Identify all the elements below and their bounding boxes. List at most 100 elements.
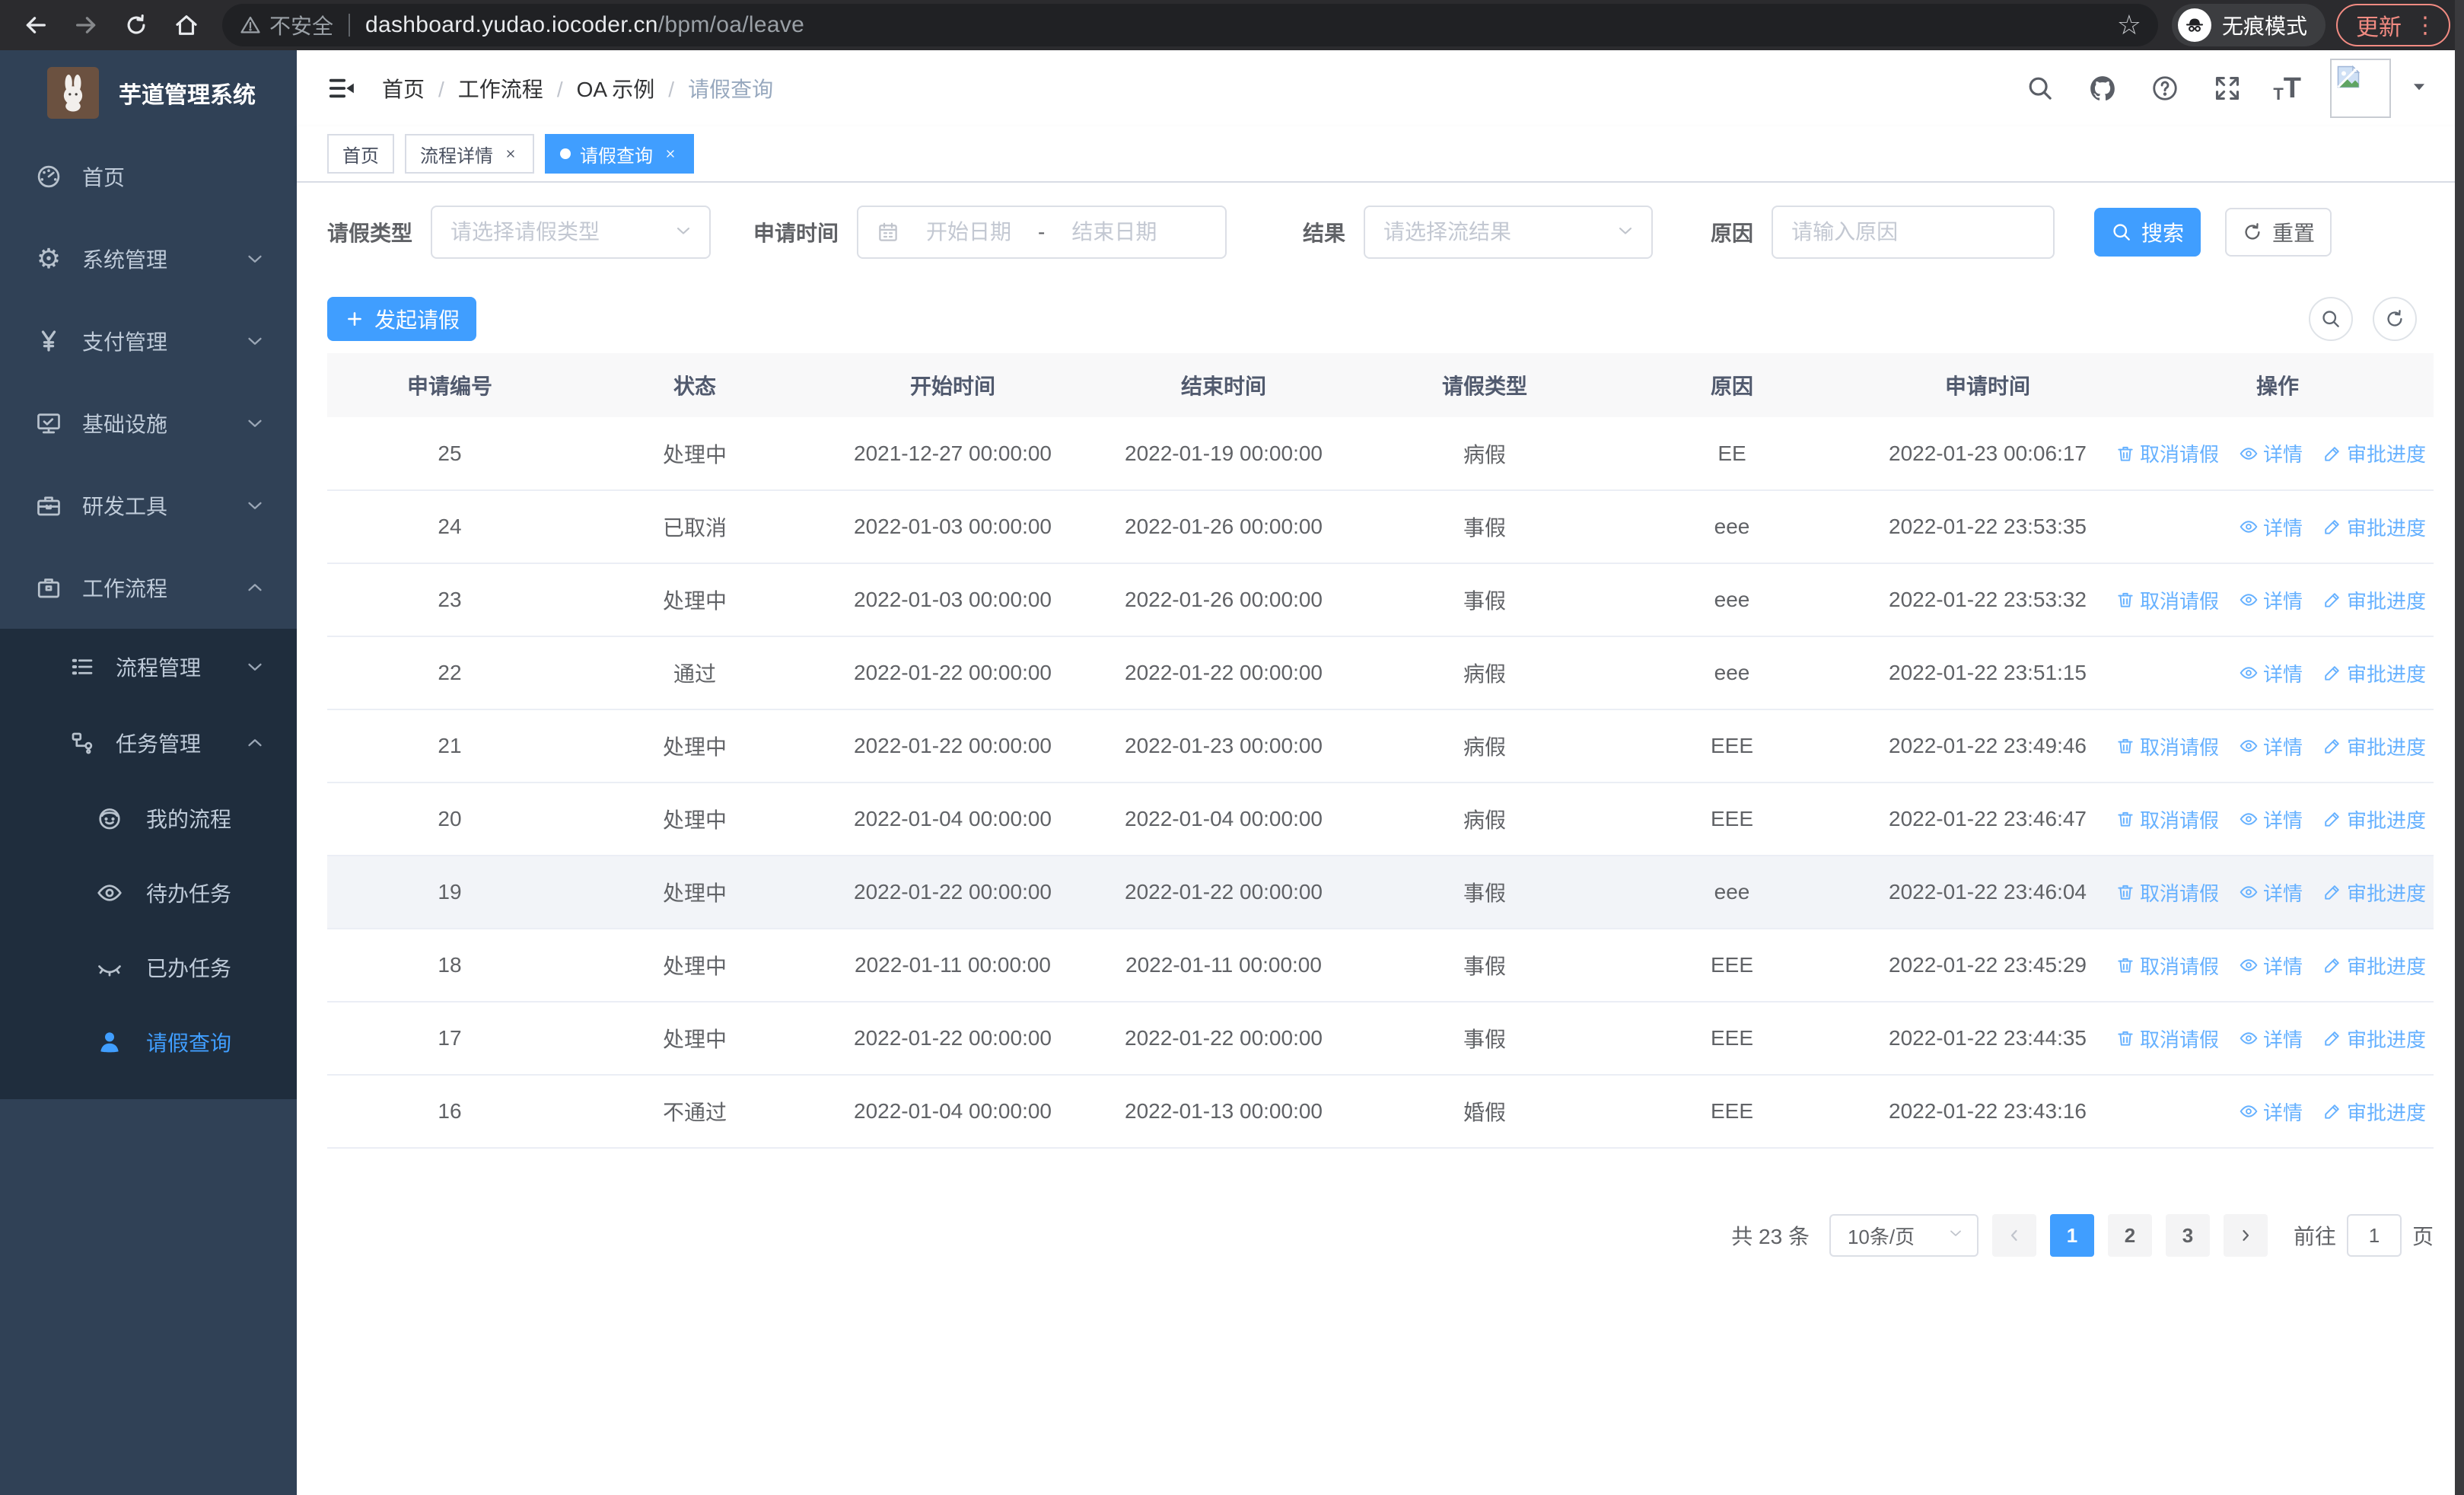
reset-button-label: 重置 [2272, 222, 2316, 245]
detail-link[interactable]: 详情 [2239, 586, 2303, 614]
tab-home[interactable]: 首页 [327, 134, 394, 174]
tab-leave-query[interactable]: 请假查询 [545, 134, 694, 174]
detail-link[interactable]: 详情 [2239, 1098, 2303, 1126]
sidebar-item-system[interactable]: ⚙ 系统管理 [0, 218, 297, 300]
detail-link[interactable]: 详情 [2239, 659, 2303, 687]
cell-apply-time: 2022-01-23 00:06:17 [1854, 417, 2122, 491]
approval-progress-link[interactable]: 审批进度 [2322, 586, 2426, 614]
detail-link[interactable]: 详情 [2239, 805, 2303, 834]
not-secure-badge[interactable]: 不安全 [239, 10, 333, 40]
help-icon[interactable] [2148, 72, 2182, 105]
cancel-leave-link[interactable]: 取消请假 [2115, 878, 2219, 907]
create-leave-button[interactable]: 发起请假 [327, 297, 476, 341]
cell-reason: EEE [1610, 1075, 1854, 1149]
sidebar-item-infra[interactable]: 基础设施 [0, 382, 297, 464]
apply-time-range-picker[interactable]: - [857, 206, 1227, 259]
app-logo[interactable]: 芋道管理系统 [0, 50, 297, 135]
breadcrumb-item[interactable]: 首页 [382, 73, 458, 104]
refresh-icon [2387, 310, 2402, 327]
reason-field[interactable] [1772, 206, 2055, 259]
detail-link[interactable]: 详情 [2239, 878, 2303, 907]
page-size-select[interactable]: 10条/页 [1829, 1214, 1979, 1257]
cell-type: 事假 [1359, 490, 1610, 564]
cancel-leave-link[interactable]: 取消请假 [2115, 805, 2219, 834]
cancel-leave-link[interactable]: 取消请假 [2115, 952, 2219, 980]
reason-input[interactable] [1791, 220, 2036, 244]
page-button-2[interactable]: 2 [2107, 1214, 2152, 1257]
cancel-leave-link[interactable]: 取消请假 [2115, 1025, 2219, 1053]
sidebar-item-process-mgmt[interactable]: 流程管理 [0, 629, 297, 705]
result-input[interactable] [1383, 220, 1616, 244]
close-icon[interactable] [502, 145, 519, 162]
bookmark-star-icon[interactable] [2117, 9, 2141, 41]
sidebar-item-leave-query[interactable]: 请假查询 [0, 1005, 297, 1079]
approval-progress-link[interactable]: 审批进度 [2322, 805, 2426, 834]
home-icon[interactable] [164, 3, 209, 47]
cell-status: 处理中 [572, 929, 817, 1003]
approval-progress-link[interactable]: 审批进度 [2322, 878, 2426, 907]
page-button-3[interactable]: 3 [2165, 1214, 2210, 1257]
approval-progress-link[interactable]: 审批进度 [2322, 1025, 2426, 1053]
forward-icon[interactable] [64, 3, 108, 47]
cancel-leave-link[interactable]: 取消请假 [2115, 732, 2219, 760]
cell-start: 2022-01-22 00:00:00 [817, 856, 1088, 929]
approval-progress-link[interactable]: 审批进度 [2322, 513, 2426, 541]
breadcrumb-item[interactable]: 工作流程 [458, 73, 577, 104]
trash-icon [2118, 446, 2133, 461]
apply-time-label: 申请时间 [753, 222, 839, 245]
approval-progress-link[interactable]: 审批进度 [2322, 659, 2426, 687]
detail-link[interactable]: 详情 [2239, 513, 2303, 541]
approval-progress-link[interactable]: 审批进度 [2322, 1098, 2426, 1126]
detail-link[interactable]: 详情 [2239, 1025, 2303, 1053]
leave-type-select[interactable] [431, 206, 712, 259]
sidebar-item-done-tasks[interactable]: 已办任务 [0, 930, 297, 1005]
next-page-button[interactable] [2223, 1214, 2268, 1257]
toggle-search-button[interactable] [2309, 297, 2353, 341]
refresh-table-button[interactable] [2373, 297, 2417, 341]
cell-type: 病假 [1359, 636, 1610, 710]
breadcrumb-item[interactable]: OA 示例 [577, 73, 688, 104]
sidebar-item-payment[interactable]: 支付管理 [0, 300, 297, 382]
caret-down-icon[interactable] [2409, 77, 2429, 100]
sidebar-item-todo-tasks[interactable]: 待办任务 [0, 856, 297, 930]
end-date-input[interactable] [1057, 220, 1172, 244]
reset-button[interactable]: 重置 [2225, 208, 2332, 257]
window-scrollbar[interactable] [2455, 0, 2464, 1495]
prev-page-button[interactable] [1991, 1214, 2036, 1257]
detail-link[interactable]: 详情 [2239, 732, 2303, 760]
close-icon[interactable] [662, 145, 679, 162]
approval-progress-link[interactable]: 审批进度 [2322, 439, 2426, 467]
url-bar[interactable]: 不安全 dashboard.yudao.iocoder.cn/bpm/oa/le… [222, 4, 2158, 46]
reload-icon[interactable] [114, 3, 158, 47]
approval-progress-link[interactable]: 审批进度 [2322, 952, 2426, 980]
chevron-right-icon [2243, 1229, 2249, 1242]
page-button-1[interactable]: 1 [2049, 1214, 2094, 1257]
browser-menu-icon[interactable] [2414, 12, 2437, 39]
goto-page-input[interactable] [2346, 1214, 2402, 1257]
sidebar-item-task-mgmt[interactable]: 任务管理 [0, 705, 297, 781]
detail-link[interactable]: 详情 [2239, 439, 2303, 467]
start-date-input[interactable] [912, 220, 1027, 244]
detail-link[interactable]: 详情 [2239, 952, 2303, 980]
sidebar-item-devtools[interactable]: 研发工具 [0, 464, 297, 547]
cancel-leave-link[interactable]: 取消请假 [2115, 586, 2219, 614]
fullscreen-icon[interactable] [2211, 72, 2244, 105]
sidebar-item-home[interactable]: 首页 [0, 135, 297, 218]
avatar[interactable] [2330, 59, 2391, 118]
font-size-icon[interactable] [2273, 74, 2301, 103]
leave-type-input[interactable] [450, 220, 673, 244]
cell-reason: eee [1610, 490, 1854, 564]
search-icon[interactable] [2023, 72, 2057, 105]
back-icon[interactable] [14, 3, 58, 47]
tab-process-detail[interactable]: 流程详情 [405, 134, 534, 174]
cancel-leave-link[interactable]: 取消请假 [2115, 439, 2219, 467]
sidebar-item-workflow[interactable]: 工作流程 [0, 547, 297, 629]
cell-end: 2022-01-22 00:00:00 [1088, 636, 1359, 710]
search-button[interactable]: 搜索 [2094, 208, 2201, 257]
browser-update-button[interactable]: 更新 [2336, 4, 2450, 46]
github-icon[interactable] [2086, 72, 2119, 105]
approval-progress-link[interactable]: 审批进度 [2322, 732, 2426, 760]
sidebar-collapse-icon[interactable] [324, 71, 359, 106]
result-select[interactable] [1364, 206, 1654, 259]
sidebar-item-my-process[interactable]: 我的流程 [0, 781, 297, 856]
